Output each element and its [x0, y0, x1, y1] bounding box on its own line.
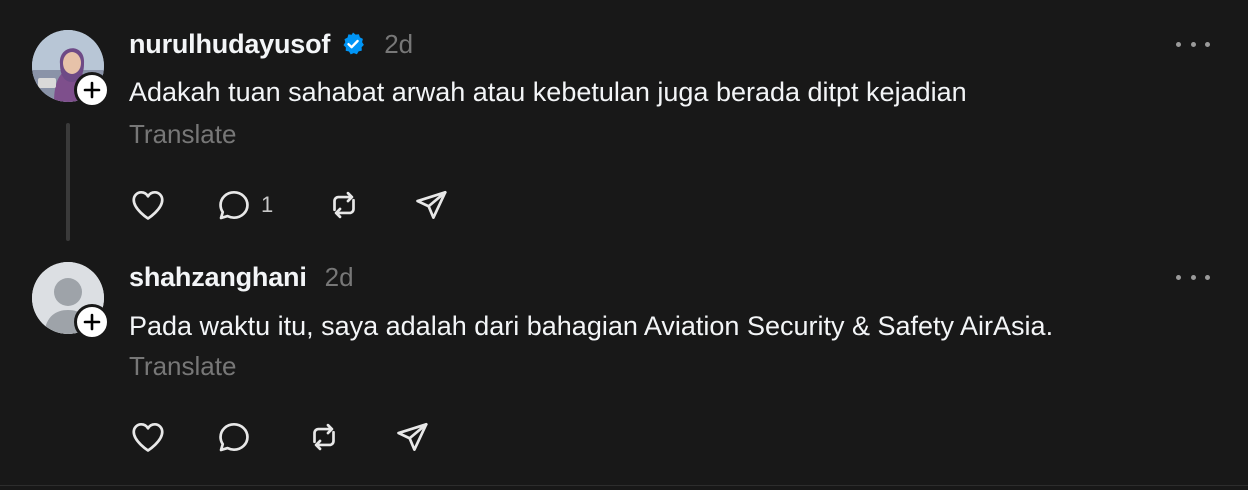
more-options-button[interactable]	[1176, 267, 1210, 287]
share-button[interactable]	[412, 185, 450, 225]
more-dots-icon	[1176, 41, 1181, 47]
post-text: Pada waktu itu, saya adalah dari bahagia…	[129, 311, 1054, 341]
thread-connector-line	[66, 123, 70, 241]
avatar-container	[32, 30, 110, 108]
post-timestamp: 2d	[384, 28, 414, 59]
plus-icon	[83, 313, 101, 331]
translate-link[interactable]: Translate	[129, 348, 236, 384]
thread-view: nurulhudayusof 2d Adakah tuan sahabat ar…	[0, 0, 1248, 490]
plus-icon	[83, 81, 101, 99]
share-button[interactable]	[393, 417, 431, 457]
reply-button[interactable]: 1	[215, 185, 273, 225]
send-icon	[397, 422, 428, 452]
comment-icon	[219, 190, 249, 220]
post-header: nurulhudayusof 2d	[129, 26, 413, 62]
repost-button[interactable]	[305, 417, 343, 457]
more-options-button[interactable]	[1176, 34, 1210, 54]
verified-badge-icon	[343, 32, 365, 55]
repost-icon	[313, 423, 335, 451]
repost-icon	[333, 191, 355, 219]
username[interactable]: shahzanghani	[129, 262, 307, 293]
post-header: shahzanghani 2d	[129, 259, 354, 295]
post-timestamp: 2d	[324, 261, 354, 292]
repost-button[interactable]	[325, 185, 363, 225]
avatar-container	[32, 262, 110, 340]
like-button[interactable]	[129, 185, 167, 225]
more-dots-icon	[1205, 41, 1210, 47]
more-dots-icon	[1176, 274, 1181, 280]
divider	[0, 485, 1248, 486]
follow-button[interactable]	[74, 72, 110, 108]
more-dots-icon	[1190, 274, 1196, 280]
heart-icon	[132, 190, 164, 220]
more-dots-icon	[1190, 41, 1196, 47]
more-dots-icon	[1205, 274, 1210, 280]
send-icon	[416, 190, 447, 220]
translate-link[interactable]: Translate	[129, 116, 236, 152]
post-item: shahzanghani 2d Pada waktu itu, saya ada…	[0, 245, 1248, 490]
heart-icon	[132, 422, 164, 452]
comment-icon	[219, 422, 249, 452]
reply-button[interactable]	[215, 417, 253, 457]
post-item: nurulhudayusof 2d Adakah tuan sahabat ar…	[0, 0, 1248, 245]
follow-button[interactable]	[74, 304, 110, 340]
username[interactable]: nurulhudayusof	[129, 29, 330, 60]
reply-count: 1	[261, 192, 274, 217]
like-button[interactable]	[129, 417, 167, 457]
post-text: Adakah tuan sahabat arwah atau kebetulan…	[129, 77, 967, 107]
